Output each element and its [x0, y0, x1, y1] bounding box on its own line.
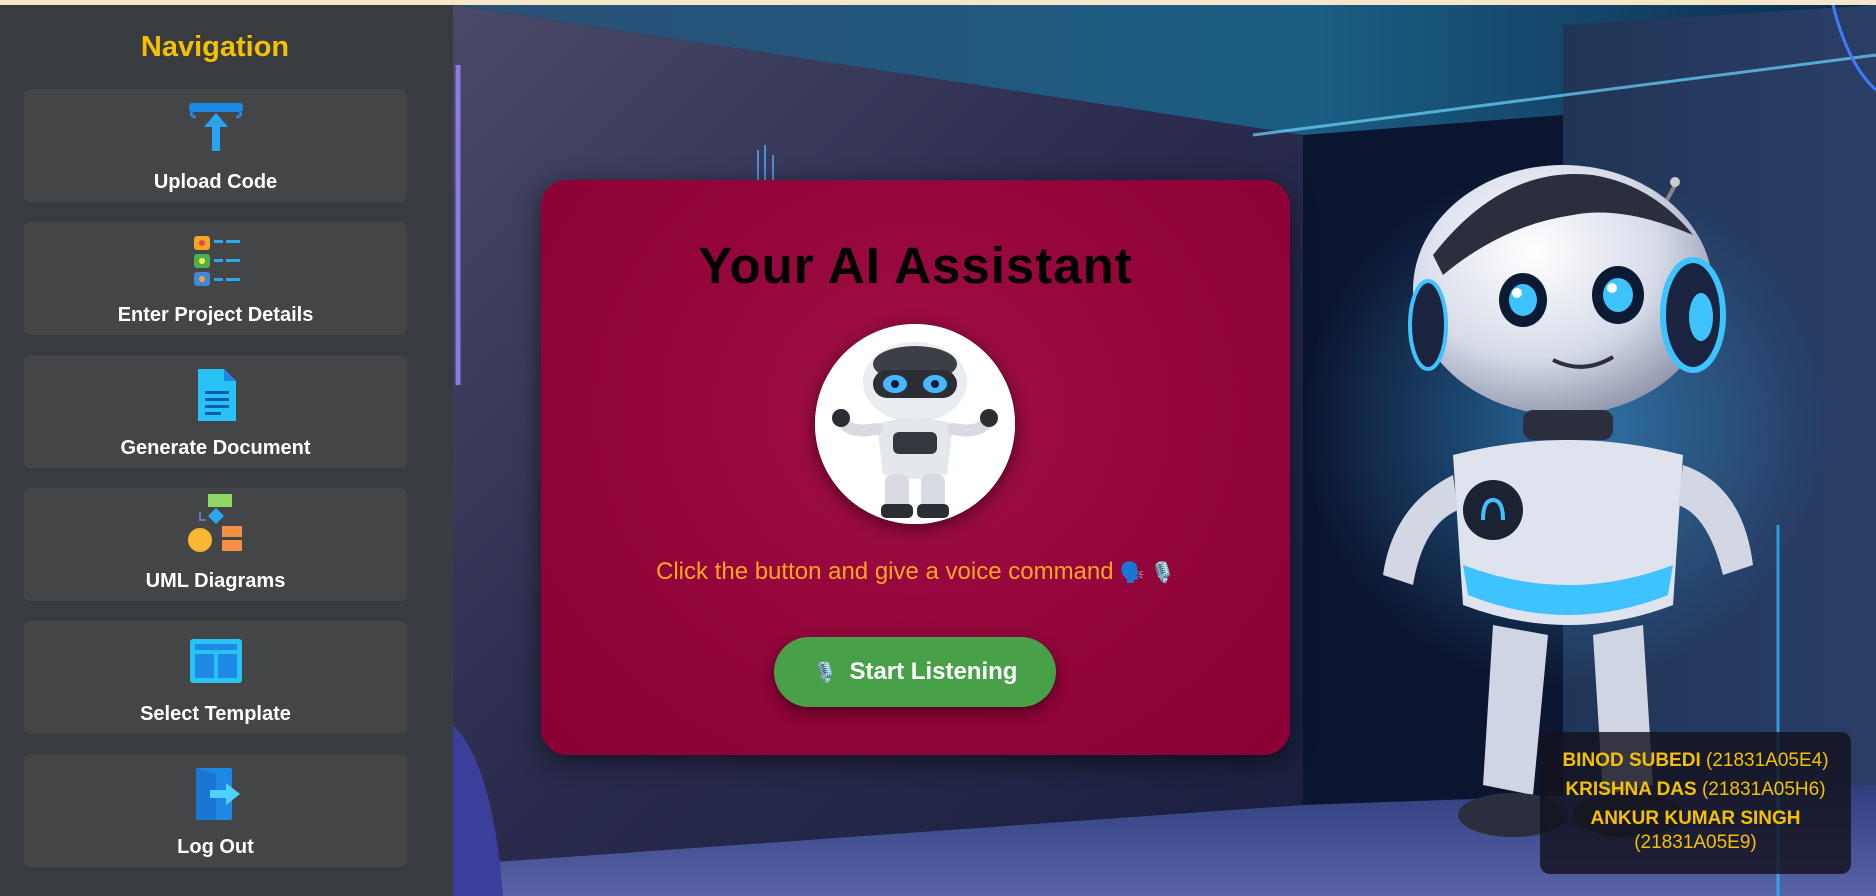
voice-command-hint: Click the button and give a voice comman… [541, 558, 1290, 586]
upload-icon [186, 101, 246, 157]
nav-generate-document[interactable]: Generate Document [24, 355, 407, 468]
nav-log-out[interactable]: Log Out [24, 754, 407, 867]
microphone-icon: 🎙️ [812, 661, 838, 684]
template-layout-icon [186, 633, 246, 689]
credit-roll: (21831A05E4) [1706, 750, 1829, 771]
credit-name: KRISHNA DAS [1565, 779, 1697, 800]
credit-line: BINOD SUBEDI (21831A05E4) [1540, 750, 1851, 772]
credit-line: (21831A05E9) [1540, 832, 1851, 854]
start-listening-label: Start Listening [849, 658, 1018, 685]
nav-upload-code[interactable]: Upload Code [24, 89, 407, 202]
credit-line: KRISHNA DAS (21831A05H6) [1540, 779, 1851, 801]
shapes-diagram-icon [186, 494, 246, 556]
credit-name: BINOD SUBEDI [1562, 750, 1701, 771]
nav-enter-project-details[interactable]: Enter Project Details [24, 222, 407, 335]
nav-title: Navigation [140, 31, 290, 63]
nav-label: Select Template [140, 703, 291, 725]
assistant-card: Your AI Assistant Click the button and g… [541, 180, 1290, 755]
team-credits: BINOD SUBEDI (21831A05E4) KRISHNA DAS (2… [1540, 732, 1851, 874]
assistant-title: Your AI Assistant [698, 237, 1133, 294]
checklist-icon [186, 234, 246, 290]
credit-name: ANKUR KUMAR SINGH [1590, 808, 1801, 829]
nav-label: Enter Project Details [117, 304, 314, 326]
nav-uml-diagrams[interactable]: UML Diagrams [24, 488, 407, 601]
credit-roll: (21831A05H6) [1701, 779, 1826, 800]
nav-label: Log Out [177, 836, 254, 858]
robot-avatar [815, 324, 1015, 524]
logout-icon [186, 766, 246, 822]
nav-label: UML Diagrams [145, 570, 286, 592]
speaking-mic-icon: 🗣️ 🎙️ [1119, 562, 1175, 584]
document-icon [186, 367, 246, 423]
hint-text: Click the button and give a voice comman… [656, 558, 1114, 585]
sidebar: Navigation Upload Code Enter Project Det… [0, 5, 453, 896]
nav-label: Generate Document [120, 437, 311, 459]
start-listening-button[interactable]: 🎙️ Start Listening [774, 637, 1056, 707]
nav-select-template[interactable]: Select Template [24, 621, 407, 734]
nav-label: Upload Code [153, 171, 278, 193]
credit-roll: (21831A05E9) [1634, 832, 1757, 853]
credit-line: ANKUR KUMAR SINGH [1540, 808, 1851, 830]
